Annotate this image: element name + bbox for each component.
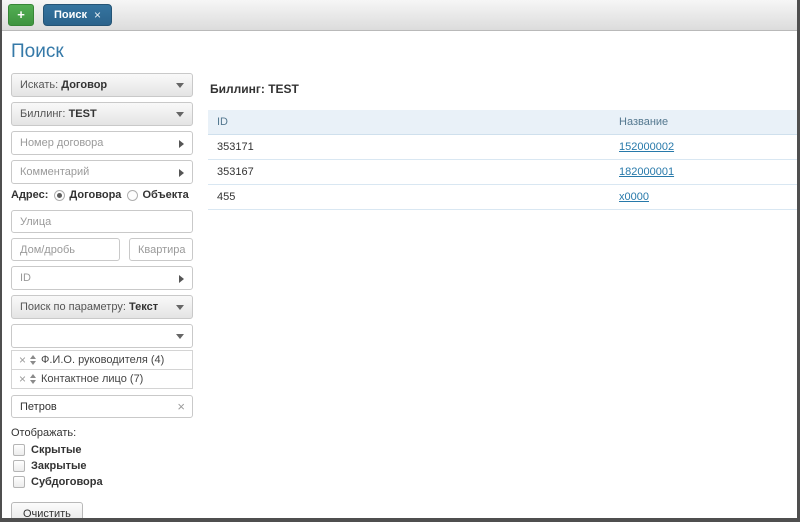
add-tab-button[interactable]: + (8, 4, 34, 26)
checkbox-hidden-label: Скрытые (31, 444, 81, 456)
expand-right-icon[interactable] (179, 140, 184, 148)
street-placeholder: Улица (20, 216, 51, 228)
checkbox-subcontracts[interactable]: Субдоговора (13, 476, 196, 488)
checkbox-icon[interactable] (13, 444, 25, 456)
tab-label: Поиск (54, 5, 87, 26)
clear-button[interactable]: Очистить (11, 502, 83, 522)
contract-number-placeholder: Номер договора (20, 137, 103, 149)
param-item-label: Ф.И.О. руководителя (4) (41, 354, 164, 366)
page-title: Поиск (11, 41, 797, 63)
contract-link[interactable]: 182000001 (619, 166, 674, 178)
tab-close-icon[interactable]: × (94, 5, 101, 26)
search-form: Искать: Договор Биллинг: TEST Номер дого… (11, 73, 196, 522)
search-tab[interactable]: Поиск × (43, 4, 112, 26)
search-type-value: Договор (61, 79, 107, 91)
billing-dropdown[interactable]: Биллинг: TEST (11, 102, 193, 126)
apartment-placeholder: Квартира (138, 244, 186, 256)
address-radio-contract-label[interactable]: Договора (69, 189, 121, 201)
chevron-down-icon (176, 112, 184, 117)
house-apartment-row: Дом/дробь Квартира (11, 238, 196, 266)
contract-link[interactable]: x0000 (619, 191, 649, 203)
billing-value: TEST (69, 108, 97, 120)
checkbox-icon[interactable] (13, 460, 25, 472)
checkbox-hidden[interactable]: Скрытые (13, 444, 196, 456)
sort-arrows-icon[interactable] (30, 355, 36, 365)
app-root: + Поиск × Поиск Искать: Договор Биллинг:… (0, 0, 800, 522)
search-type-label: Искать: (20, 79, 58, 91)
remove-icon[interactable]: × (16, 373, 29, 385)
param-value-input[interactable]: Петров × (11, 395, 193, 418)
table-row[interactable]: 353167 182000001 (208, 160, 797, 185)
house-input[interactable]: Дом/дробь (11, 238, 120, 261)
address-label: Адрес: (11, 189, 48, 201)
param-item[interactable]: × Ф.И.О. руководителя (4) (11, 350, 193, 370)
house-placeholder: Дом/дробь (20, 244, 75, 256)
param-select-dropdown[interactable] (11, 324, 193, 348)
content: Искать: Договор Биллинг: TEST Номер дого… (2, 73, 797, 522)
chevron-down-icon (176, 305, 184, 310)
id-input[interactable]: ID (11, 266, 193, 290)
chevron-down-icon (176, 83, 184, 88)
contract-link[interactable]: 152000002 (619, 141, 674, 153)
expand-right-icon[interactable] (179, 275, 184, 283)
search-type-dropdown[interactable]: Искать: Договор (11, 73, 193, 97)
checkbox-subcontracts-label: Субдоговора (31, 476, 103, 488)
checkbox-closed[interactable]: Закрытые (13, 460, 196, 472)
apartment-input[interactable]: Квартира (129, 238, 193, 261)
cell-id: 353167 (208, 160, 610, 185)
checkbox-icon[interactable] (13, 476, 25, 488)
plus-icon: + (17, 7, 25, 22)
sort-arrows-icon[interactable] (30, 374, 36, 384)
checkbox-closed-label: Закрытые (31, 460, 87, 472)
id-placeholder: ID (20, 272, 31, 284)
billing-heading: Биллинг: TEST (210, 82, 797, 96)
comment-input[interactable]: Комментарий (11, 160, 193, 184)
display-label: Отображать: (11, 427, 196, 439)
param-item[interactable]: × Контактное лицо (7) (11, 369, 193, 389)
column-header-name[interactable]: Название (610, 110, 797, 135)
address-radio-object-label[interactable]: Объекта (142, 189, 188, 201)
results-area: Биллинг: TEST ID Название 353171 1520000… (196, 73, 797, 522)
table-header-row: ID Название (208, 110, 797, 135)
chevron-down-icon (176, 334, 184, 339)
param-search-label: Поиск по параметру: (20, 301, 126, 313)
results-table: ID Название 353171 152000002 353167 1820… (208, 110, 797, 210)
table-row[interactable]: 455 x0000 (208, 185, 797, 210)
comment-placeholder: Комментарий (20, 166, 89, 178)
expand-right-icon[interactable] (179, 169, 184, 177)
address-radio-object[interactable] (127, 190, 138, 201)
param-search-value: Текст (129, 301, 158, 313)
address-radio-group: Адрес: Договора Объекта (11, 189, 196, 201)
table-row[interactable]: 353171 152000002 (208, 135, 797, 160)
cell-id: 455 (208, 185, 610, 210)
param-search-dropdown[interactable]: Поиск по параметру: Текст (11, 295, 193, 319)
remove-icon[interactable]: × (16, 354, 29, 366)
tab-bar: + Поиск × (2, 0, 797, 31)
clear-input-icon[interactable]: × (177, 396, 185, 418)
column-header-id[interactable]: ID (208, 110, 610, 135)
address-radio-contract[interactable] (54, 190, 65, 201)
street-input[interactable]: Улица (11, 210, 193, 233)
contract-number-input[interactable]: Номер договора (11, 131, 193, 155)
param-value-text: Петров (20, 401, 57, 413)
billing-label: Биллинг: (20, 108, 66, 120)
cell-id: 353171 (208, 135, 610, 160)
param-item-label: Контактное лицо (7) (41, 373, 143, 385)
